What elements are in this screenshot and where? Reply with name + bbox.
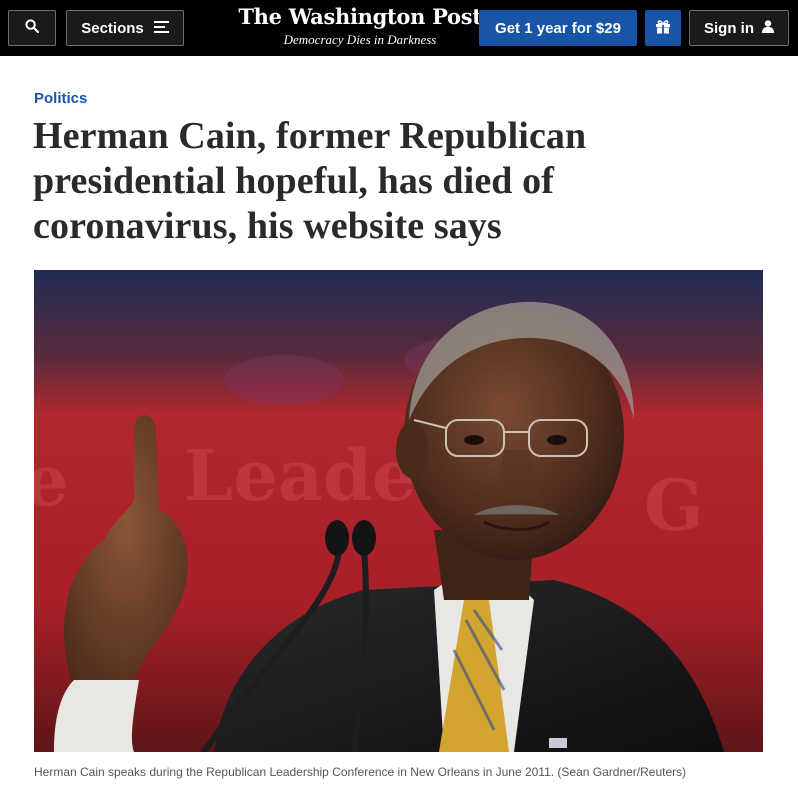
svg-text:G: G <box>644 464 704 547</box>
hamburger-icon <box>153 20 169 37</box>
gift-button[interactable] <box>645 10 681 46</box>
search-button[interactable] <box>8 10 56 46</box>
sign-in-button[interactable]: Sign in <box>689 10 789 46</box>
tagline: Democracy Dies in Darkness <box>283 32 437 47</box>
photo-caption: Herman Cain speaks during the Republican… <box>34 765 687 779</box>
article-lead-photo: e Leaders G <box>34 270 763 752</box>
article-headline: Herman Cain, former Republican president… <box>33 115 587 247</box>
section-link-politics[interactable]: Politics <box>34 90 87 107</box>
search-icon <box>25 19 40 37</box>
svg-text:e: e <box>34 439 69 522</box>
sections-label: Sections <box>81 19 144 37</box>
sections-menu-button[interactable]: Sections <box>66 10 184 46</box>
logo-text: The Washington Post <box>238 4 482 29</box>
sign-in-label: Sign in <box>704 19 754 37</box>
subscribe-label: Get 1 year for $29 <box>495 19 621 37</box>
top-navigation-bar: Sections The Washington Post Democracy D… <box>0 0 798 56</box>
masthead-logo[interactable]: The Washington Post Democracy Dies in Da… <box>230 4 490 48</box>
user-icon <box>762 19 774 37</box>
gift-icon <box>655 19 671 38</box>
subscribe-button[interactable]: Get 1 year for $29 <box>479 10 637 46</box>
